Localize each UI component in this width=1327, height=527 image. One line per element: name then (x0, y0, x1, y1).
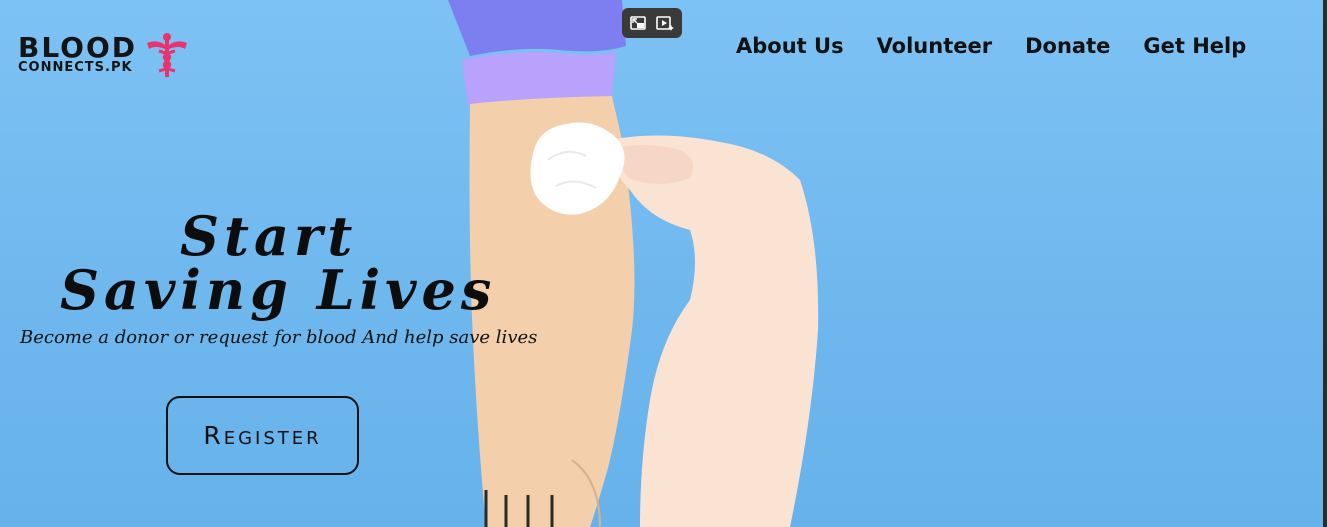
register-button[interactable]: Register (166, 396, 359, 475)
hero-headline: Start Saving Lives (60, 204, 497, 322)
video-overlay-controls (622, 8, 682, 38)
nav-volunteer[interactable]: Volunteer (877, 34, 993, 58)
brand-logo[interactable]: BLOOD CONNECTS.PK (18, 33, 189, 79)
hero-section: BLOOD CONNECTS.PK About Us Volunteer Don… (0, 0, 1327, 527)
nav-donate[interactable]: Donate (1025, 34, 1110, 58)
nav-about-us[interactable]: About Us (736, 34, 844, 58)
brand-name-main: BLOOD (18, 31, 138, 64)
picture-in-picture-exit-icon[interactable] (628, 12, 650, 34)
brand-wordmark: BLOOD CONNECTS.PK (18, 33, 137, 75)
hero-subtitle: Become a donor or request for blood And … (20, 327, 538, 348)
main-nav: About Us Volunteer Donate Get Help (736, 34, 1246, 58)
caduceus-icon (147, 33, 188, 77)
headline-line-1: Start (180, 204, 358, 268)
scrollbar-edge (1323, 0, 1327, 527)
headline-line-2: Saving Lives (60, 258, 497, 322)
video-play-sparkle-icon[interactable] (654, 12, 676, 34)
nav-get-help[interactable]: Get Help (1143, 34, 1246, 58)
brand-name-sub: CONNECTS.PK (18, 60, 133, 75)
